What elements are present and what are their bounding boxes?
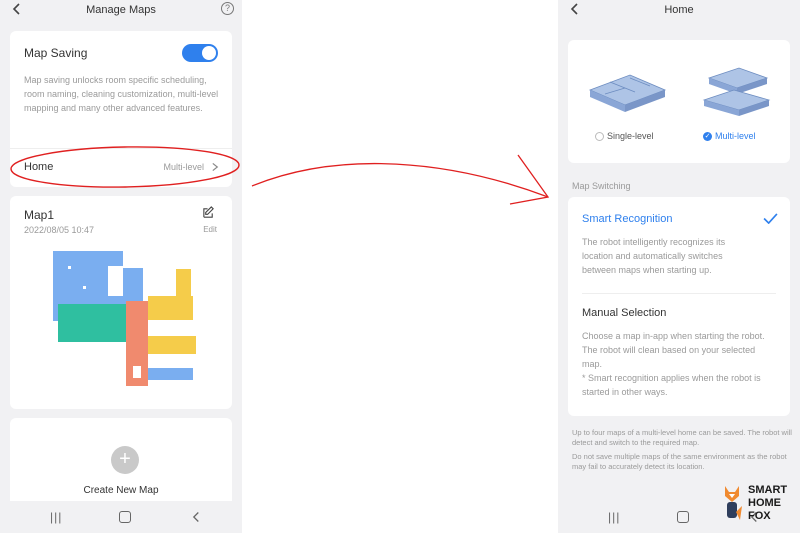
chevron-right-icon: [212, 162, 219, 172]
check-icon: [763, 213, 778, 224]
single-level-label: Single-level: [607, 131, 654, 141]
map-card[interactable]: Map1 2022/08/05 10:47 Edit: [10, 196, 232, 409]
recents-icon[interactable]: |||: [608, 511, 620, 523]
map-switching-card: Smart Recognition The robot intelligentl…: [568, 197, 790, 416]
level-option-multi[interactable]: ✓ Multi-level: [679, 40, 790, 163]
page-title: Home: [664, 4, 694, 16]
logo-line2: HOME: [748, 497, 781, 509]
arrow-head: [509, 154, 550, 205]
home-row-value: Multi-level: [163, 162, 204, 172]
recents-icon[interactable]: |||: [50, 511, 62, 523]
single-level-illustration: [588, 74, 667, 112]
page-title: Manage Maps: [86, 4, 156, 16]
home-nav-icon[interactable]: [677, 511, 689, 523]
logo-line1: SMART: [748, 484, 788, 496]
home-nav-icon[interactable]: [119, 511, 131, 523]
map-name: Map1: [24, 208, 55, 222]
level-option-single[interactable]: Single-level: [568, 40, 679, 163]
edit-label[interactable]: Edit: [203, 223, 217, 237]
multi-level-illustration: [702, 67, 771, 116]
smart-home-fox-logo: SMART HOME FOX: [722, 484, 798, 528]
manage-maps-screen: Manage Maps ? Map Saving Map saving unlo…: [0, 0, 242, 533]
map-saving-description: Map saving unlocks room specific schedul…: [24, 75, 219, 113]
note-max-maps: Up to four maps of a multi-level home ca…: [572, 428, 792, 447]
option-description: The robot intelligently recognizes its l…: [582, 237, 726, 275]
back-nav-icon[interactable]: [192, 511, 201, 523]
plus-icon[interactable]: +: [111, 446, 139, 474]
arrow-curve: [251, 162, 549, 198]
edit-icon[interactable]: [202, 206, 215, 219]
toggle-knob: [202, 46, 216, 60]
map-saving-toggle[interactable]: [182, 44, 218, 62]
option-title: Smart Recognition: [582, 213, 673, 225]
home-settings-screen: Home Single-level ✓ Multi-level Map Swit…: [558, 0, 800, 533]
multi-level-label: Multi-level: [715, 131, 756, 141]
map-saving-card: Map Saving Map saving unlocks room speci…: [10, 31, 232, 187]
system-nav-bar: |||: [0, 501, 242, 533]
floor-map: [53, 251, 196, 386]
radio-selected[interactable]: ✓: [703, 132, 712, 141]
option-description: Choose a map in-app when starting the ro…: [582, 331, 765, 397]
logo-line3: FOX: [748, 510, 771, 522]
top-bar: Manage Maps ?: [0, 0, 242, 22]
level-selector-card: Single-level ✓ Multi-level: [568, 40, 790, 163]
help-icon[interactable]: ?: [221, 2, 234, 15]
option-smart-recognition[interactable]: Smart Recognition The robot intelligentl…: [568, 197, 790, 292]
create-map-label: Create New Map: [83, 485, 159, 496]
note-warning: Do not save multiple maps of the same en…: [572, 452, 787, 471]
home-row-label: Home: [24, 161, 54, 173]
section-title: Map Switching: [572, 181, 631, 191]
top-bar: Home: [558, 0, 800, 22]
map-date: 2022/08/05 10:47: [24, 225, 95, 235]
map-saving-label: Map Saving: [24, 46, 88, 60]
option-title: Manual Selection: [582, 307, 667, 319]
home-row[interactable]: Home Multi-level: [10, 149, 232, 187]
option-manual-selection[interactable]: Manual Selection Choose a map in-app whe…: [568, 294, 790, 414]
radio-unselected[interactable]: [595, 132, 604, 141]
fox-icon: [725, 486, 742, 520]
